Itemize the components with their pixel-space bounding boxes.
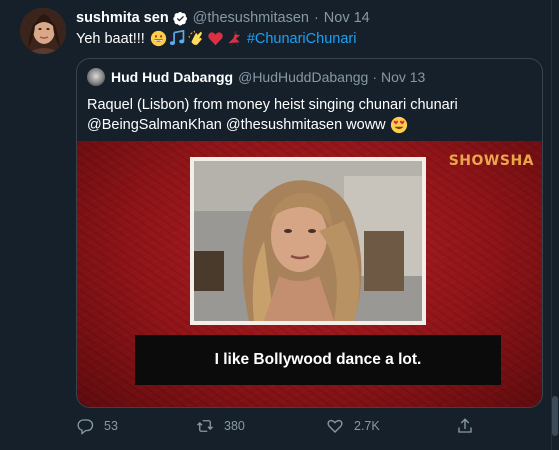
video-subtitle: I like Bollywood dance a lot.	[135, 335, 501, 385]
share-button[interactable]	[456, 417, 484, 435]
tweet-time[interactable]: Nov 14	[324, 10, 370, 26]
quote-mentions: @BeingSalmanKhan @thesushmitasen woww	[87, 117, 386, 133]
reply-button[interactable]: 53	[76, 417, 118, 435]
author-handle[interactable]: @thesushmitasen	[193, 10, 309, 26]
tweet-text-body: Yeh baat!!!	[76, 30, 145, 47]
retweet-count: 380	[224, 419, 245, 433]
avatar[interactable]	[20, 8, 66, 54]
verified-badge-icon	[172, 11, 188, 26]
reply-count: 53	[104, 419, 118, 433]
video-media[interactable]: SHOWSHA I like Bollywood dance a lot.	[77, 141, 542, 407]
retweet-icon	[197, 420, 213, 432]
dancer-emoji	[226, 30, 243, 47]
quote-text-line: Raquel (Lisbon) from money heist singing…	[87, 97, 458, 113]
music-notes-emoji	[169, 29, 186, 47]
separator-dot: ·	[372, 69, 377, 85]
clapping-hands-emoji	[188, 30, 205, 47]
brand-watermark: SHOWSHA	[448, 153, 534, 169]
heart-eyes-emoji	[390, 116, 408, 134]
quote-header: Hud Hud Dabangg @HudHuddDabangg · Nov 13	[87, 68, 425, 86]
scrollbar-thumb[interactable]	[552, 396, 558, 436]
quote-text: Raquel (Lisbon) from money heist singing…	[87, 95, 527, 135]
tweet-text: Yeh baat!!! #ChunariChunari	[76, 29, 357, 47]
share-icon	[458, 418, 472, 433]
red-heart-emoji	[207, 30, 224, 47]
quote-author-handle[interactable]: @HudHuddDabangg	[238, 69, 368, 85]
tweet-header: sushmita sen @thesushmitasen · Nov 14	[76, 9, 370, 27]
separator-dot: ·	[313, 10, 319, 26]
grinning-face-emoji	[150, 30, 167, 47]
quote-text-line: @BeingSalmanKhan @thesushmitasen woww	[87, 115, 527, 135]
tweet[interactable]: sushmita sen @thesushmitasen · Nov 14 Ye…	[0, 0, 559, 450]
hashtag-link[interactable]: #ChunariChunari	[247, 31, 357, 47]
reply-icon	[77, 419, 94, 435]
retweet-button[interactable]: 380	[196, 417, 245, 435]
tweet-actions: 53 380 2.7K	[76, 417, 496, 439]
scrollbar[interactable]	[551, 0, 559, 450]
like-count: 2.7K	[354, 419, 380, 433]
author-name[interactable]: sushmita sen	[76, 10, 169, 26]
quoted-tweet[interactable]: Hud Hud Dabangg @HudHuddDabangg · Nov 13…	[76, 58, 543, 408]
like-button[interactable]: 2.7K	[326, 417, 380, 435]
quote-avatar[interactable]	[87, 68, 105, 86]
quote-author-name[interactable]: Hud Hud Dabangg	[111, 69, 233, 85]
video-still	[194, 161, 422, 321]
video-frame	[190, 157, 426, 325]
quote-time[interactable]: Nov 13	[381, 69, 425, 85]
heart-icon	[327, 419, 343, 433]
